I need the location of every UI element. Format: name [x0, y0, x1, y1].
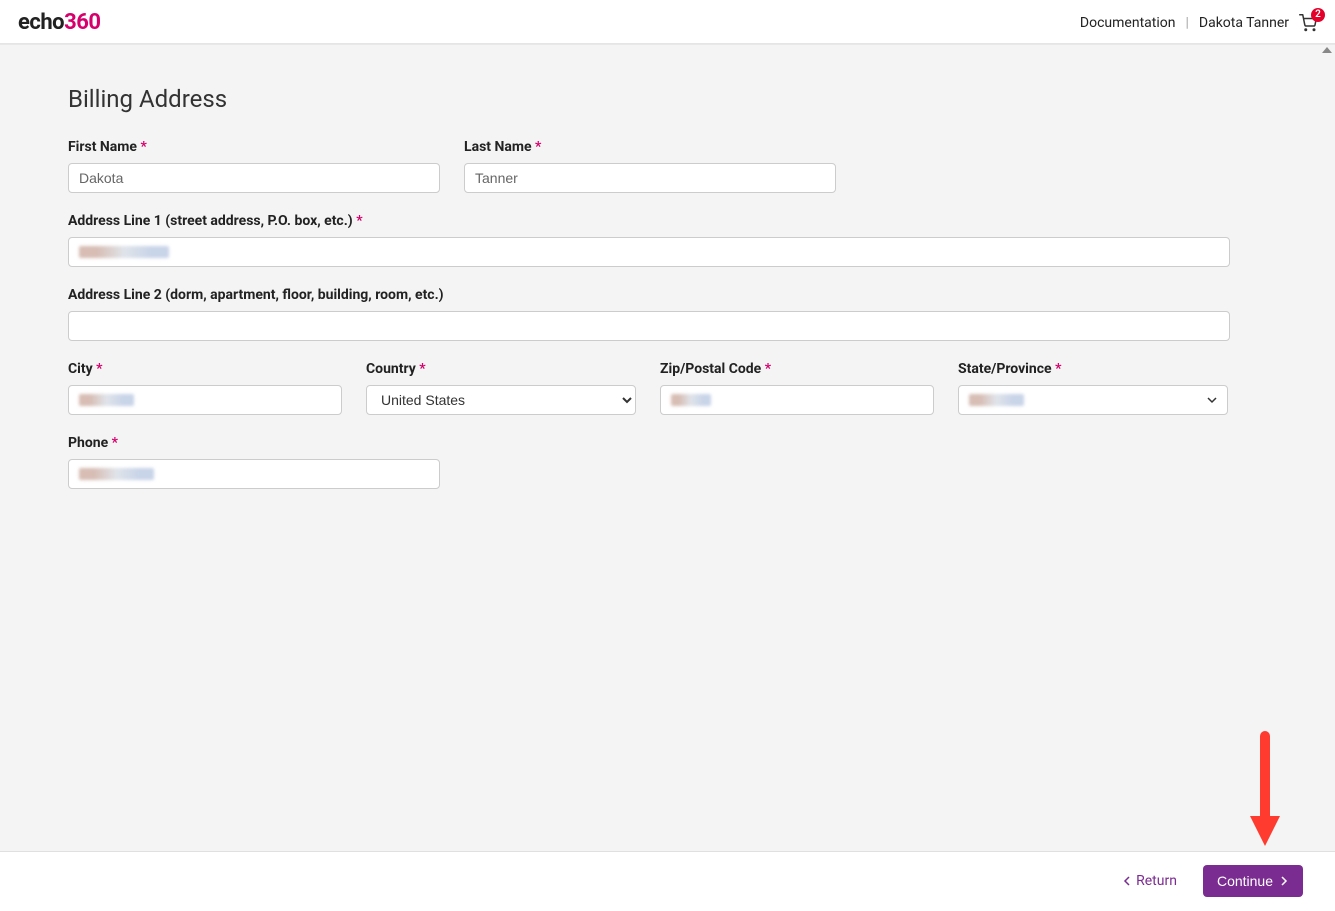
field-city: City * [68, 361, 342, 415]
address1-label: Address Line 1 (street address, P.O. box… [68, 213, 1230, 229]
last-name-label: Last Name * [464, 139, 836, 155]
zip-label-text: Zip/Postal Code [660, 361, 761, 377]
zip-label: Zip/Postal Code * [660, 361, 934, 377]
redacted-value [79, 394, 134, 406]
cart-button[interactable]: 2 [1299, 14, 1317, 32]
row-address2: Address Line 2 (dorm, apartment, floor, … [68, 287, 1267, 341]
required-mark: * [419, 361, 425, 377]
row-city-country-zip-state: City * Country * United States Zip/Posta… [68, 361, 1267, 415]
field-country: Country * United States [366, 361, 636, 415]
address2-input[interactable] [68, 311, 1230, 341]
arrow-annotation [1245, 731, 1285, 851]
field-phone: Phone * [68, 435, 440, 489]
logo-text-echo: echo [18, 10, 64, 35]
field-state: State/Province * [958, 361, 1228, 415]
return-label: Return [1136, 873, 1177, 889]
redacted-value [671, 394, 711, 406]
footer-bar: Return Continue [0, 852, 1335, 910]
address2-label-text: Address Line 2 (dorm, apartment, floor, … [68, 287, 444, 303]
logo[interactable]: echo360 [18, 10, 100, 35]
topbar-right: Documentation | Dakota Tanner 2 [1080, 14, 1317, 32]
address1-input[interactable] [68, 237, 1230, 267]
required-mark: * [356, 213, 362, 229]
redacted-value [969, 394, 1024, 406]
top-bar: echo360 Documentation | Dakota Tanner 2 [0, 0, 1335, 44]
row-address1: Address Line 1 (street address, P.O. box… [68, 213, 1267, 267]
scroll-up-indicator [1322, 47, 1332, 53]
separator: | [1185, 15, 1188, 31]
city-label: City * [68, 361, 342, 377]
chevron-right-icon [1279, 876, 1289, 886]
redacted-value [79, 468, 154, 480]
field-address1: Address Line 1 (street address, P.O. box… [68, 213, 1230, 267]
logo-text-360: 360 [64, 10, 100, 35]
field-first-name: First Name * [68, 139, 440, 193]
state-label: State/Province * [958, 361, 1228, 377]
first-name-input[interactable] [68, 163, 440, 193]
required-mark: * [535, 139, 541, 155]
required-mark: * [96, 361, 102, 377]
city-input[interactable] [68, 385, 342, 415]
field-last-name: Last Name * [464, 139, 836, 193]
field-address2: Address Line 2 (dorm, apartment, floor, … [68, 287, 1230, 341]
cart-badge: 2 [1311, 8, 1325, 22]
chevron-left-icon [1122, 876, 1132, 886]
continue-label: Continue [1217, 873, 1273, 889]
phone-label: Phone * [68, 435, 440, 451]
return-button[interactable]: Return [1122, 873, 1177, 889]
first-name-label-text: First Name [68, 139, 137, 155]
country-label: Country * [366, 361, 636, 377]
row-name: First Name * Last Name * [68, 139, 1267, 193]
documentation-link[interactable]: Documentation [1080, 15, 1176, 31]
first-name-label: First Name * [68, 139, 440, 155]
state-label-text: State/Province [958, 361, 1052, 377]
last-name-label-text: Last Name [464, 139, 532, 155]
country-label-text: Country [366, 361, 416, 377]
phone-label-text: Phone [68, 435, 108, 451]
required-mark: * [1055, 361, 1061, 377]
address1-label-text: Address Line 1 (street address, P.O. box… [68, 213, 353, 229]
content-area: Billing Address First Name * Last Name *… [0, 44, 1335, 852]
last-name-input[interactable] [464, 163, 836, 193]
redacted-value [79, 246, 169, 258]
state-select[interactable] [958, 385, 1228, 415]
address2-label: Address Line 2 (dorm, apartment, floor, … [68, 287, 1230, 303]
field-zip: Zip/Postal Code * [660, 361, 934, 415]
chevron-down-icon [1207, 395, 1217, 405]
country-select[interactable]: United States [366, 385, 636, 415]
user-name[interactable]: Dakota Tanner [1199, 15, 1289, 31]
row-phone: Phone * [68, 435, 1267, 489]
page-title: Billing Address [68, 85, 1267, 113]
phone-input[interactable] [68, 459, 440, 489]
continue-button[interactable]: Continue [1203, 865, 1303, 897]
required-mark: * [765, 361, 771, 377]
required-mark: * [112, 435, 118, 451]
city-label-text: City [68, 361, 93, 377]
zip-input[interactable] [660, 385, 934, 415]
required-mark: * [140, 139, 146, 155]
